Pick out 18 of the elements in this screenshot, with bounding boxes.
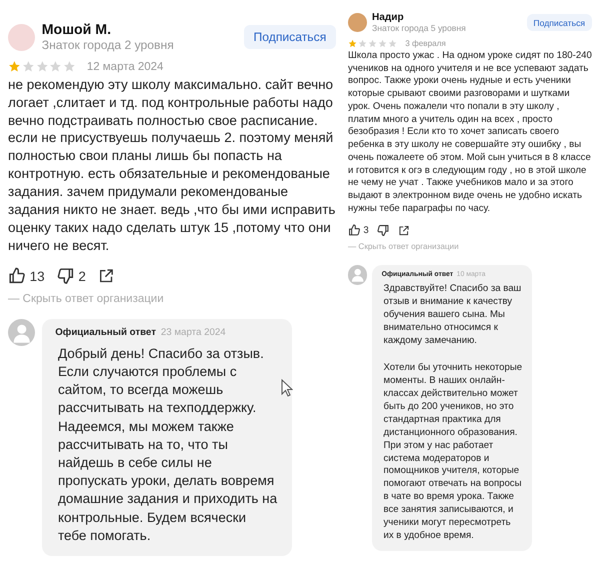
author-name[interactable]: Мошой М.: [42, 22, 238, 38]
author-level: Знаток города 2 уровня: [42, 38, 175, 52]
review-date: 12 марта 2024: [86, 60, 164, 72]
author-name[interactable]: Надир: [372, 12, 522, 23]
subscribe-button[interactable]: Подписаться: [526, 14, 592, 31]
review-date: 3 февраля: [405, 38, 446, 48]
review-text: Школа просто ужас . На одном уроке сидят по 180-240 учеников на одного учителя и не все успевают задать вопрос. Также уроки очень нудные и есть ученики которые срывают своими разговорами и шутками урок. Очень пожалели что попали в эту школу , платим много а учитель один на всех , просто безобразия ! Если кто то хочет записать своего ребенка в эту школу не совершайте эту ошибку , вы очень пожалеете об этом. Мой сын учиться в 8 классе и готовится к огэ в следующим году , но в этой школе не чему не учат . Также учебников мало и за этого выдают в электронном виде очень не удобно искать нужны тебе параграфы по часу.: [348, 50, 592, 216]
reply-date: 23 марта 2024: [160, 326, 226, 338]
reply-text: Здравствуйте! Спасибо за ваш отзыв и внимание к качеству обучения вашего сына. Мы внимательно относимся к каждому замечанию.: [383, 282, 522, 348]
author-level: Знаток города 5 уровня: [372, 23, 467, 33]
reply-text: Добрый день! Спасибо за отзыв. Если случаются проблемы с сайтом, то всегда можешь рассчитывать на техподдержку. Надеемся, мы можем также рассчитывать на то, что ты найдешь в себе силы не пропускать уроки, делать вовремя домашние задания и приходить на контрольные. Будем всячески тебе помогать.: [58, 344, 278, 545]
like-button[interactable]: 3: [348, 224, 369, 237]
review-text: не рекомендую эту школу максимально. сайт вечно логает ,слитает и тд. под контрольные работы надо вечно подстраивать полностью свое расписание. если не присуствуешь получаешь 2. поэтому меняй полностью свои планы лишь бы попасть на контротную. есть обязательные и рекомендованые задания. зачем придумали рекомендованые задания никто не знает. ведь ,что бы ими исправить оценку таких надо сделать штук 15 ,потому что они ничего не весят.: [8, 76, 336, 256]
like-button[interactable]: 13: [8, 267, 45, 285]
reply-title: Официальный ответ: [55, 326, 156, 338]
subscribe-button[interactable]: Подписаться: [244, 25, 336, 49]
dislike-button[interactable]: 2: [56, 267, 86, 285]
reply-text: Хотели бы уточнить некоторые моменты. В наших онлайн-классах действительно может быть до 200 учеников, но это стандартная практика для дистанционного образования. При этом у нас работает система модераторов и помощников учителя, которые помогают отвечать на вопросы в чате во время урока. Также все занятия записываются, и ученики могут пересмотреть их в удобное время.: [383, 362, 522, 544]
